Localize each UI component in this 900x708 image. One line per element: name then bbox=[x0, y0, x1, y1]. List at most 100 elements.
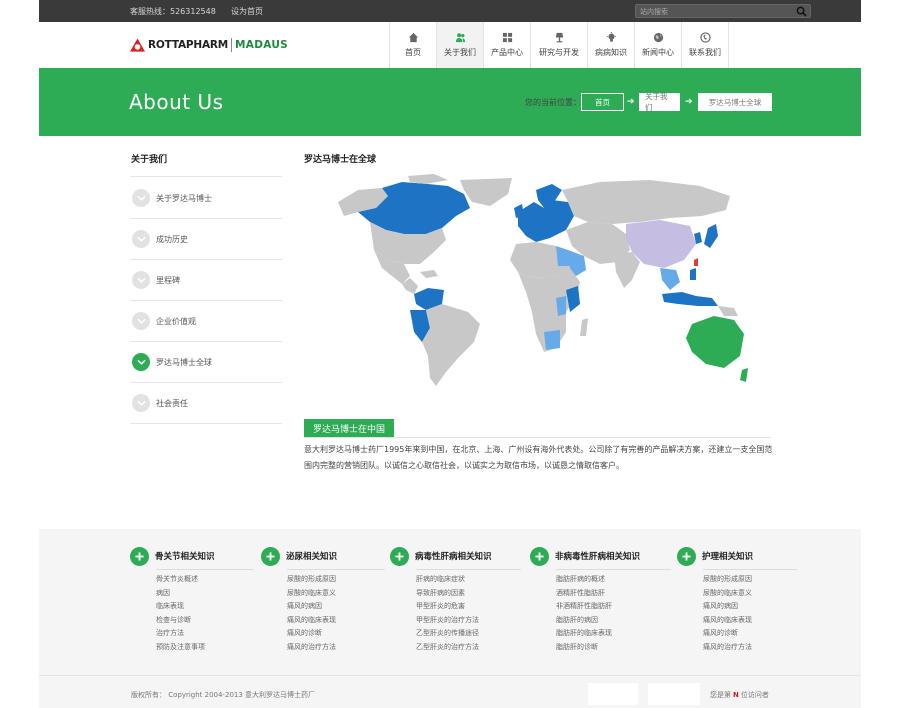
nav-label: 病病知识 bbox=[595, 48, 627, 57]
footer-column-joint: 骨关节相关知识 骨关节炎概述 病因 临床表现 检查与诊断 治疗方法 预防及注意事… bbox=[130, 545, 254, 654]
sidebar-item-about[interactable]: 关于罗达马博士 bbox=[130, 178, 282, 219]
footer-link[interactable]: 脂肪肝的病因 bbox=[556, 614, 671, 628]
nav-knowledge[interactable]: 病病知识 bbox=[588, 22, 635, 68]
footer-link[interactable]: 病因 bbox=[156, 587, 254, 601]
footer-link[interactable]: 酒精肝性脂肪肝 bbox=[556, 587, 671, 601]
map-madagascar bbox=[580, 318, 588, 336]
footer-link[interactable]: 尿酸的形成原因 bbox=[703, 573, 797, 587]
footer-column-urology: 泌尿相关知识 尿酸的形成原因 尿酸的临床意义 痛风的病因 痛风的临床表现 痛风的… bbox=[261, 545, 385, 654]
nav-products[interactable]: 产品中心 bbox=[484, 22, 531, 68]
footer-link[interactable]: 骨关节炎概述 bbox=[156, 573, 254, 587]
sidebar-item-label: 成功历史 bbox=[156, 234, 188, 244]
footer-link[interactable]: 甲型肝炎的治疗方法 bbox=[416, 614, 521, 628]
footer-link[interactable]: 临床表现 bbox=[156, 600, 254, 614]
plus-icon bbox=[530, 546, 549, 566]
footer-link[interactable]: 尿酸的临床意义 bbox=[287, 587, 385, 601]
hotline-text: 客服热线：526312548 bbox=[130, 7, 216, 16]
visitor-prefix: 您是第 bbox=[710, 691, 731, 699]
footer-column-nonviral-liver: 非病毒性肝病相关知识 脂肪肝病的概述 酒精肝性脂肪肝 非酒精肝性脂肪肝 脂肪肝的… bbox=[530, 545, 671, 654]
nav-about[interactable]: 关于我们 bbox=[437, 22, 484, 68]
footer-link[interactable]: 痛风的病因 bbox=[287, 600, 385, 614]
header: ROTTAPHARM MADAUS 首页 关于我们 产品中心 研究与开发 病病知… bbox=[39, 22, 861, 68]
footer-link[interactable]: 脂肪肝的临床表现 bbox=[556, 627, 671, 641]
sidebar-item-label: 企业价值观 bbox=[156, 316, 196, 326]
bulb-icon bbox=[606, 32, 616, 42]
nav-news[interactable]: 新闻中心 bbox=[635, 22, 682, 68]
nav-label: 新闻中心 bbox=[642, 48, 674, 57]
footer-badge-slot bbox=[588, 683, 638, 705]
footer-column-title: 非病毒性肝病相关知识 bbox=[555, 552, 641, 562]
footer-link[interactable]: 痛风的诊断 bbox=[703, 627, 797, 641]
breadcrumb-home[interactable]: 首页 bbox=[581, 93, 624, 111]
sidebar-item-responsibility[interactable]: 社会责任 bbox=[130, 383, 282, 424]
visitor-count-mark: N bbox=[733, 691, 739, 699]
search-input[interactable] bbox=[640, 6, 790, 17]
footer-link[interactable]: 尿酸的形成原因 bbox=[287, 573, 385, 587]
footer-column-title: 泌尿相关知识 bbox=[286, 552, 338, 562]
map-indonesia bbox=[662, 292, 718, 306]
brand-secondary: MADAUS bbox=[235, 39, 289, 51]
visitor-counter: 您是第 N 位访问者 bbox=[710, 690, 769, 700]
plus-icon bbox=[390, 546, 409, 566]
sidebar-item-label: 社会责任 bbox=[156, 398, 188, 408]
grid-icon bbox=[502, 32, 512, 43]
sidebar-item-label: 关于罗达马博士 bbox=[156, 193, 212, 203]
footer-column-divider bbox=[156, 569, 254, 570]
footer-link[interactable]: 甲型肝炎的危害 bbox=[416, 600, 521, 614]
nav-research[interactable]: 研究与开发 bbox=[531, 22, 588, 68]
breadcrumb-about[interactable]: 关于我们 bbox=[639, 92, 680, 112]
footer-link[interactable]: 尿酸的临床意义 bbox=[703, 587, 797, 601]
footer-link[interactable]: 痛风的临床表现 bbox=[287, 614, 385, 628]
footer-column-divider bbox=[703, 569, 797, 570]
sidebar-item-values[interactable]: 企业价值观 bbox=[130, 301, 282, 342]
plus-icon bbox=[130, 546, 149, 566]
sidebar-item-label: 里程碑 bbox=[156, 275, 180, 285]
footer-column-viral-liver: 病毒性肝病相关知识 肝病的临床症状 导致肝病的因素 甲型肝炎的危害 甲型肝炎的治… bbox=[390, 545, 521, 654]
plus-icon bbox=[677, 546, 696, 566]
footer-link[interactable]: 治疗方法 bbox=[156, 627, 254, 641]
nav-label: 联系我们 bbox=[689, 48, 721, 57]
footer-link[interactable]: 痛风的治疗方法 bbox=[703, 641, 797, 655]
search-icon[interactable] bbox=[796, 6, 807, 17]
footer-link[interactable]: 导致肝病的因素 bbox=[416, 587, 521, 601]
nav-home[interactable]: 首页 bbox=[390, 22, 437, 68]
footer-link[interactable]: 痛风的诊断 bbox=[287, 627, 385, 641]
set-home-link[interactable]: 设为首页 bbox=[231, 6, 263, 17]
map-uk bbox=[514, 204, 524, 218]
top-bar: 客服热线：526312548 设为首页 bbox=[39, 0, 861, 22]
breadcrumb-current[interactable]: 罗达马博士全球 bbox=[698, 93, 772, 111]
map-russia bbox=[562, 180, 730, 224]
sidebar-item-history[interactable]: 成功历史 bbox=[130, 219, 282, 260]
footer-link[interactable]: 痛风的病因 bbox=[703, 600, 797, 614]
footer-link[interactable]: 痛风的治疗方法 bbox=[287, 641, 385, 655]
map-taiwan bbox=[694, 258, 698, 266]
map-new-guinea bbox=[718, 306, 738, 316]
footer-column-title: 骨关节相关知识 bbox=[155, 552, 215, 562]
lamp-icon bbox=[555, 32, 563, 43]
footer-link[interactable]: 检查与诊断 bbox=[156, 614, 254, 628]
map-arctic-islands bbox=[408, 174, 448, 184]
chevron-down-icon bbox=[132, 230, 150, 248]
footer-link[interactable]: 预防及注意事项 bbox=[156, 641, 254, 655]
brand-separator bbox=[231, 38, 233, 52]
footer-link[interactable]: 乙型肝炎的传播途径 bbox=[416, 627, 521, 641]
footer-link[interactable]: 肝病的临床症状 bbox=[416, 573, 521, 587]
logo[interactable]: ROTTAPHARM MADAUS bbox=[130, 35, 288, 55]
sidebar-item-global[interactable]: 罗达马博士全球 bbox=[130, 342, 282, 383]
people-icon bbox=[455, 33, 465, 43]
footer-link[interactable]: 非酒精肝性脂肪肝 bbox=[556, 600, 671, 614]
chevron-down-icon bbox=[132, 312, 150, 330]
footer-link[interactable]: 痛风的临床表现 bbox=[703, 614, 797, 628]
footer-column-divider bbox=[287, 569, 385, 570]
footer-link[interactable]: 乙型肝炎的治疗方法 bbox=[416, 641, 521, 655]
chevron-down-icon bbox=[132, 189, 150, 207]
footer-column-title: 病毒性肝病相关知识 bbox=[415, 552, 492, 562]
footer-link[interactable]: 脂肪肝的诊断 bbox=[556, 641, 671, 655]
brand-primary: ROTTAPHARM bbox=[148, 39, 229, 51]
map-caribbean bbox=[420, 270, 438, 278]
breadcrumb-arrow-icon: ➔ bbox=[685, 97, 693, 107]
footer-link[interactable]: 脂肪肝病的概述 bbox=[556, 573, 671, 587]
world-map bbox=[338, 174, 748, 386]
nav-contact[interactable]: 联系我们 bbox=[682, 22, 729, 68]
sidebar-item-milestones[interactable]: 里程碑 bbox=[130, 260, 282, 301]
